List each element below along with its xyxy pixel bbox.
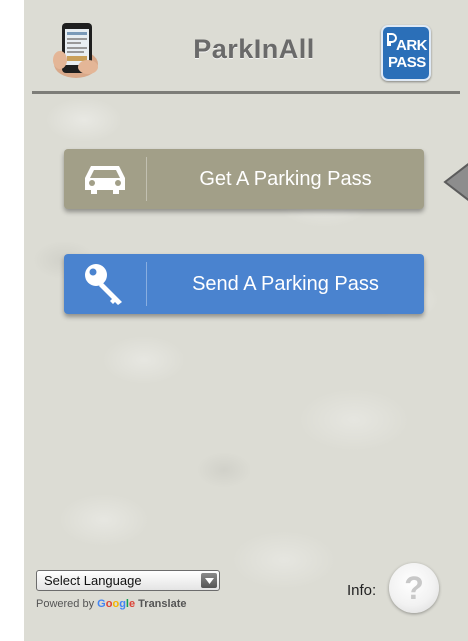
header: ParkInAll ARK PASS bbox=[24, 0, 468, 94]
language-select-value: Select Language bbox=[44, 573, 142, 588]
get-parking-pass-label: Get A Parking Pass bbox=[199, 167, 372, 190]
send-parking-pass-label: Send A Parking Pass bbox=[192, 272, 379, 295]
car-icon bbox=[64, 149, 146, 209]
question-icon: ? bbox=[404, 569, 424, 606]
park-pass-logo: ARK PASS bbox=[381, 25, 431, 81]
app-title: ParkInAll bbox=[193, 34, 315, 64]
arrow-left-icon bbox=[443, 160, 468, 204]
header-divider bbox=[32, 91, 460, 94]
translate-text: Translate bbox=[138, 598, 187, 610]
language-select[interactable]: Select Language bbox=[36, 570, 220, 591]
send-parking-pass-button[interactable]: Send A Parking Pass bbox=[64, 254, 424, 314]
google-wordmark[interactable]: Google bbox=[97, 598, 135, 610]
app-screen: ParkInAll ARK PASS Get A Parking Pass Se… bbox=[24, 0, 468, 641]
get-parking-pass-button[interactable]: Get A Parking Pass bbox=[64, 149, 424, 209]
chevron-down-icon bbox=[201, 573, 217, 588]
powered-by-text: Powered by bbox=[36, 598, 95, 610]
info-label: Info: bbox=[347, 582, 377, 599]
powered-by-google-translate: Powered by Google Translate bbox=[36, 598, 186, 610]
logo-line-2: PASS bbox=[388, 54, 426, 71]
logo-line-1: ARK bbox=[396, 37, 428, 54]
footer: Select Language Powered by Google Transl… bbox=[24, 560, 468, 641]
info-button[interactable]: ? bbox=[389, 563, 439, 613]
key-icon bbox=[64, 254, 146, 314]
phone-logo-icon bbox=[48, 20, 106, 80]
